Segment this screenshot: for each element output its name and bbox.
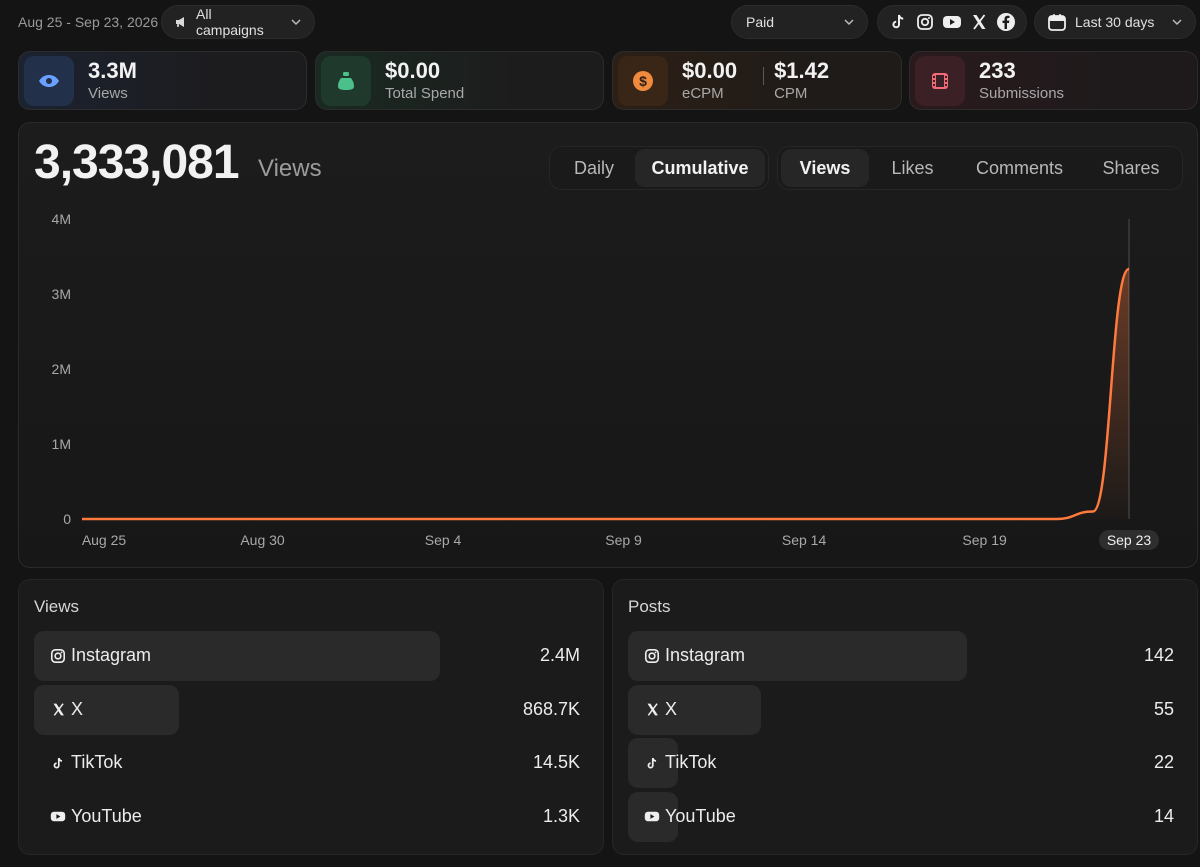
platform-value: 14 (1153, 805, 1174, 826)
chevron-down-icon (843, 16, 855, 28)
paid-filter-select[interactable]: Paid (731, 5, 868, 39)
platform-value: 22 (1153, 752, 1174, 772)
spend-stat-value: $0.00 (385, 58, 441, 83)
megaphone-icon (174, 15, 188, 29)
list-item[interactable]: X 868.7K (34, 684, 590, 735)
platform-value: 868.7K (522, 698, 580, 719)
x-tick-label: Sep 4 (425, 532, 462, 548)
list-item[interactable]: Instagram 142 (628, 631, 1184, 681)
x-tick-label: Sep 23 (1107, 532, 1152, 548)
list-item[interactable]: X 55 (628, 684, 1184, 735)
series-line (81, 267, 1131, 521)
eye-icon (24, 55, 74, 106)
cpm-stat-value: $1.42 (774, 58, 830, 83)
views-breakdown-panel: Views Instagram 2.4M X 868.7K TikTok 14.5K You… (18, 579, 604, 855)
list-item[interactable]: Instagram 2.4M (34, 631, 590, 681)
top-bar: Aug 25 - Sep 23, 2026 All campaigns Paid (0, 0, 1200, 44)
platform-name: X (71, 698, 84, 719)
posts-breakdown-panel: Posts Instagram 142 X 55 TikTok 22 YouTube 14 (612, 579, 1198, 855)
posts-panel-title: Posts (628, 597, 671, 616)
divider (763, 66, 765, 85)
views-area-chart[interactable]: 0 1M 2M 3M 4M Aug 25 Aug 30 Sep 4 Sep 9 Sep 14 Sep… (19, 123, 1199, 569)
views-stat-card: 3.3M Views (18, 51, 307, 110)
platform-value: 2.4M (539, 645, 580, 665)
campaign-selector-label: All campaigns (196, 6, 264, 38)
platform-value: 14.5K (532, 752, 580, 772)
y-tick-label: 3M (52, 286, 71, 302)
submissions-stat-value: 233 (979, 58, 1016, 83)
x-tick-label: Aug 25 (82, 532, 127, 548)
film-icon (915, 55, 965, 106)
spend-stat-card: $0.00 Total Spend (315, 51, 604, 110)
views-chart-panel: 3,333,081 Views Daily Cumulative Views L… (18, 122, 1198, 568)
views-panel-title: Views (34, 597, 80, 616)
ecpm-stat-label: eCPM (682, 85, 724, 102)
x-icon[interactable] (968, 11, 989, 33)
list-item[interactable]: YouTube 14 (628, 791, 1184, 842)
youtube-icon (49, 808, 67, 826)
x-tick-label: Sep 14 (782, 532, 827, 548)
platform-name: X (665, 698, 678, 719)
money-bag-icon (321, 55, 371, 106)
y-tick-label: 0 (63, 511, 71, 527)
tiktok-icon (643, 754, 661, 772)
platform-name: YouTube (71, 805, 142, 826)
x-icon (643, 701, 661, 719)
tiktok-icon[interactable] (888, 11, 909, 33)
list-item[interactable]: YouTube 1.3K (34, 792, 590, 842)
series-area (82, 269, 1129, 519)
instagram-icon (643, 647, 661, 665)
views-stat-value: 3.3M (88, 58, 137, 83)
platform-name: YouTube (665, 805, 736, 826)
dollar-coin-icon: $ (618, 55, 668, 106)
youtube-icon (643, 808, 661, 826)
platform-filter (877, 5, 1027, 39)
tiktok-icon (49, 754, 67, 772)
cpm-stat-card: $ $0.00 eCPM $1.42 CPM (612, 51, 902, 110)
period-selector-label: Last 30 days (1075, 14, 1155, 30)
platform-value: 142 (1143, 645, 1174, 665)
x-icon (49, 701, 67, 719)
y-tick-label: 4M (52, 211, 71, 227)
chevron-down-icon (1171, 16, 1183, 28)
y-tick-label: 1M (52, 436, 71, 452)
spend-stat-label: Total Spend (385, 85, 465, 102)
period-selector[interactable]: Last 30 days (1034, 5, 1196, 39)
submissions-stat-label: Submissions (979, 85, 1065, 102)
platform-name: TikTok (665, 752, 717, 772)
svg-text:$: $ (639, 73, 647, 89)
platform-name: TikTok (71, 752, 123, 772)
instagram-icon (49, 647, 67, 665)
paid-filter-label: Paid (746, 14, 775, 30)
facebook-icon[interactable] (995, 11, 1016, 33)
y-tick-label: 2M (52, 361, 71, 377)
calendar-icon (1047, 12, 1067, 32)
platform-value: 55 (1153, 698, 1174, 719)
ecpm-stat-value: $0.00 (682, 58, 738, 83)
campaign-selector[interactable]: All campaigns (161, 5, 315, 39)
chevron-down-icon (290, 16, 302, 28)
x-tick-label: Sep 9 (605, 532, 642, 548)
date-range-text: Aug 25 - Sep 23, 2026 (18, 14, 159, 30)
submissions-stat-card: 233 Submissions (909, 51, 1198, 110)
x-tick-label: Aug 30 (240, 532, 285, 548)
cpm-stat-label: CPM (774, 85, 808, 102)
platform-value: 1.3K (542, 805, 580, 826)
instagram-icon[interactable] (915, 11, 936, 33)
platform-name: Instagram (665, 645, 746, 665)
youtube-icon[interactable] (942, 11, 963, 33)
views-stat-label: Views (88, 85, 128, 102)
platform-name: Instagram (71, 645, 152, 665)
list-item[interactable]: TikTok 14.5K (34, 738, 590, 788)
list-item[interactable]: TikTok 22 (628, 738, 1184, 788)
x-tick-label: Sep 19 (962, 532, 1007, 548)
